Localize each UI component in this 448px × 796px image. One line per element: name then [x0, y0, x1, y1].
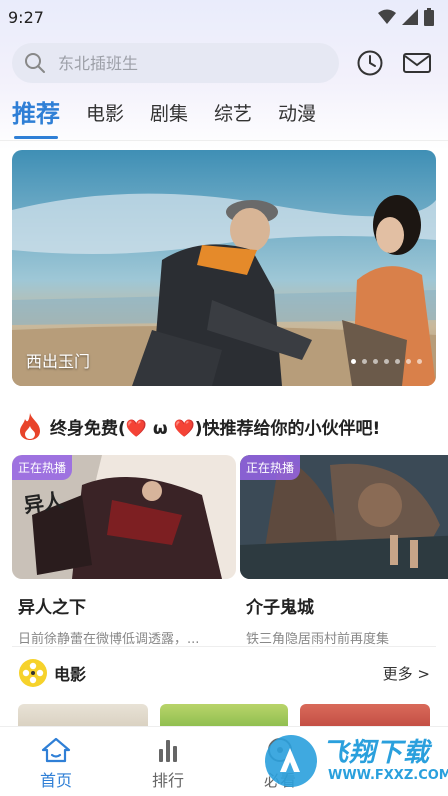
section-title: 电影 — [54, 665, 87, 684]
section-title-group: 电影 — [18, 658, 86, 688]
carousel-dot[interactable] — [417, 359, 422, 364]
film-reel-icon — [19, 659, 47, 687]
tab-recommend[interactable]: 推荐 — [12, 96, 60, 139]
banner-title: 西出玉门 — [26, 352, 91, 371]
tab-series[interactable]: 剧集 — [150, 96, 188, 132]
search-box[interactable] — [12, 43, 339, 83]
poster: 正在热播 — [240, 455, 448, 579]
tab-variety[interactable]: 综艺 — [214, 96, 252, 132]
section-header: 电影 更多 > — [18, 656, 430, 690]
tab-anime[interactable]: 动漫 — [278, 96, 316, 132]
status-badge: 正在热播 — [12, 455, 73, 480]
thumbnail[interactable] — [160, 704, 288, 726]
status-time: 9:27 — [8, 7, 44, 27]
banner-carousel[interactable]: 西出玉门 — [12, 150, 436, 386]
promo-banner: 终身免费(❤️ ω ❤️)快推荐给你的小伙伴吧! — [18, 410, 380, 442]
poster: 异人 正在热播 — [12, 455, 236, 579]
nav-label: 排行 — [151, 771, 184, 790]
fire-icon — [20, 413, 40, 440]
search-input[interactable] — [58, 53, 308, 73]
battery-icon — [424, 8, 434, 26]
nav-home[interactable]: 首页 — [0, 727, 112, 796]
carousel-dot[interactable] — [351, 359, 356, 364]
card-title: 异人之下 — [18, 598, 86, 618]
carousel-dot[interactable] — [395, 359, 400, 364]
ranking-icon — [159, 740, 177, 762]
thumbnail[interactable] — [18, 704, 148, 726]
carousel-dot[interactable] — [406, 359, 411, 364]
thumbnail[interactable] — [300, 704, 430, 726]
signal-icon — [402, 9, 418, 25]
nav-ranking[interactable]: 排行 — [112, 727, 224, 796]
nav-label: 首页 — [39, 771, 72, 790]
movie-card[interactable]: 异人 正在热播 异人之下 日前徐静蕾在微博低调透露，... — [12, 455, 236, 647]
watermark-logo — [265, 735, 317, 787]
wifi-icon — [378, 9, 396, 24]
search-icon — [25, 53, 45, 73]
card-description: 日前徐静蕾在微博低调透露，... — [18, 632, 200, 647]
status-badge: 正在热播 — [240, 455, 301, 480]
tab-movie[interactable]: 电影 — [86, 96, 124, 132]
card-title: 介子鬼城 — [246, 598, 314, 618]
mail-icon[interactable] — [402, 49, 432, 77]
carousel-dot[interactable] — [362, 359, 367, 364]
watermark: 飞翔下载 WWW.FXXZ.COM — [262, 732, 448, 790]
status-icons — [378, 8, 434, 26]
category-tabs: 推荐 电影 剧集 综艺 动漫 — [12, 96, 342, 140]
more-link[interactable]: 更多 > — [383, 663, 430, 684]
movie-card[interactable]: 正在热播 介子鬼城 铁三角隐居雨村前再度集 — [240, 455, 448, 647]
watermark-url: WWW.FXXZ.COM — [328, 768, 448, 783]
home-icon — [41, 737, 71, 763]
carousel-dot[interactable] — [384, 359, 389, 364]
status-bar: 9:27 — [0, 0, 448, 34]
promo-text: 终身免费(❤️ ω ❤️)快推荐给你的小伙伴吧! — [50, 418, 381, 439]
section-divider — [12, 646, 436, 647]
carousel-dots — [351, 359, 422, 364]
card-description: 铁三角隐居雨村前再度集 — [246, 632, 390, 647]
watermark-brand: 飞翔下载 — [322, 738, 431, 768]
carousel-dot[interactable] — [373, 359, 378, 364]
movie-thumbnails — [18, 704, 436, 726]
history-icon[interactable] — [356, 49, 384, 77]
tabs-divider — [0, 140, 448, 141]
search-row — [12, 43, 436, 83]
